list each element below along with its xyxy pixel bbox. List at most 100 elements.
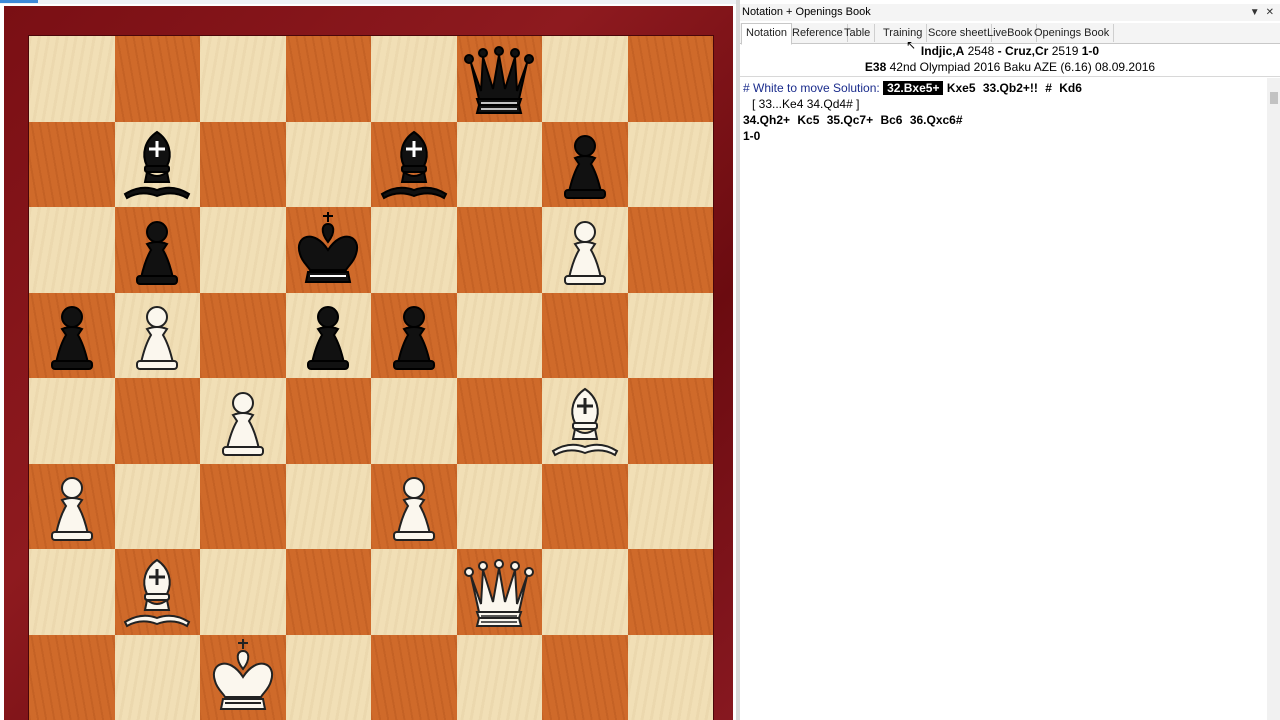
white-pawn-icon[interactable]	[32, 466, 112, 546]
square-h2[interactable]	[627, 549, 713, 635]
square-f6[interactable]	[456, 207, 542, 293]
square-b7[interactable]	[114, 121, 200, 207]
square-h5[interactable]	[627, 292, 713, 378]
square-c4[interactable]	[200, 378, 286, 464]
square-d8[interactable]	[285, 36, 371, 122]
square-c3[interactable]	[200, 463, 286, 549]
black-pawn-icon[interactable]	[545, 124, 625, 204]
square-g3[interactable]	[542, 463, 628, 549]
move[interactable]: 35.Qc7+	[827, 113, 873, 127]
square-d4[interactable]	[285, 378, 371, 464]
square-a8[interactable]	[29, 36, 115, 122]
square-d1[interactable]	[285, 634, 371, 720]
square-b2[interactable]	[114, 549, 200, 635]
square-f7[interactable]	[456, 121, 542, 207]
chess-board[interactable]	[29, 36, 713, 720]
square-g1[interactable]	[542, 634, 628, 720]
square-a7[interactable]	[29, 121, 115, 207]
square-b6[interactable]	[114, 207, 200, 293]
square-e6[interactable]	[371, 207, 457, 293]
square-f1[interactable]	[456, 634, 542, 720]
tab-training[interactable]: Training	[879, 24, 928, 42]
black-pawn-icon[interactable]	[117, 210, 197, 290]
square-d6[interactable]	[285, 207, 371, 293]
square-c1[interactable]	[200, 634, 286, 720]
move[interactable]: Bc6	[880, 113, 902, 127]
close-icon[interactable]: ✕	[1266, 4, 1274, 21]
white-king-icon[interactable]	[203, 637, 283, 717]
move[interactable]: 33.Qb2+!!	[983, 81, 1038, 95]
tab-notation[interactable]: Notation	[741, 23, 792, 45]
black-king-icon[interactable]	[288, 210, 368, 290]
square-e2[interactable]	[371, 549, 457, 635]
move[interactable]: 34.Qh2+	[743, 113, 790, 127]
square-b1[interactable]	[114, 634, 200, 720]
square-b5[interactable]	[114, 292, 200, 378]
white-queen-icon[interactable]	[459, 552, 539, 632]
square-e1[interactable]	[371, 634, 457, 720]
square-d2[interactable]	[285, 549, 371, 635]
square-a1[interactable]	[29, 634, 115, 720]
square-h3[interactable]	[627, 463, 713, 549]
square-g6[interactable]	[542, 207, 628, 293]
square-g8[interactable]	[542, 36, 628, 122]
square-a5[interactable]	[29, 292, 115, 378]
variation-line[interactable]: [ 33...Ke4 34.Qd4# ]	[743, 96, 1263, 112]
square-c8[interactable]	[200, 36, 286, 122]
square-a3[interactable]	[29, 463, 115, 549]
tab-openings-book[interactable]: Openings Book	[1030, 24, 1115, 42]
square-b8[interactable]	[114, 36, 200, 122]
black-pawn-icon[interactable]	[374, 295, 454, 375]
square-h8[interactable]	[627, 36, 713, 122]
square-g5[interactable]	[542, 292, 628, 378]
white-pawn-icon[interactable]	[545, 210, 625, 290]
move[interactable]: 36.Qxc6#	[910, 113, 963, 127]
black-pawn-icon[interactable]	[32, 295, 112, 375]
move[interactable]: Kxe5	[947, 81, 976, 95]
chevron-down-icon[interactable]: ▼	[1250, 4, 1260, 21]
square-h7[interactable]	[627, 121, 713, 207]
move[interactable]: Kd6	[1059, 81, 1082, 95]
square-a6[interactable]	[29, 207, 115, 293]
square-g2[interactable]	[542, 549, 628, 635]
square-c5[interactable]	[200, 292, 286, 378]
square-a4[interactable]	[29, 378, 115, 464]
notation-text[interactable]: # White to move Solution: 32.Bxe5+ Kxe5 …	[743, 80, 1263, 144]
square-f5[interactable]	[456, 292, 542, 378]
square-f4[interactable]	[456, 378, 542, 464]
square-f8[interactable]	[456, 36, 542, 122]
tab-table[interactable]: Table	[840, 24, 876, 42]
square-e3[interactable]	[371, 463, 457, 549]
square-b4[interactable]	[114, 378, 200, 464]
square-e7[interactable]	[371, 121, 457, 207]
square-h1[interactable]	[627, 634, 713, 720]
square-d3[interactable]	[285, 463, 371, 549]
square-e4[interactable]	[371, 378, 457, 464]
square-e8[interactable]	[371, 36, 457, 122]
square-b3[interactable]	[114, 463, 200, 549]
square-h6[interactable]	[627, 207, 713, 293]
square-d5[interactable]	[285, 292, 371, 378]
white-pawn-icon[interactable]	[203, 381, 283, 461]
selected-move[interactable]: 32.Bxe5+	[883, 81, 944, 95]
white-pawn-icon[interactable]	[117, 295, 197, 375]
square-g7[interactable]	[542, 121, 628, 207]
move[interactable]: Kc5	[797, 113, 819, 127]
square-f3[interactable]	[456, 463, 542, 549]
white-bishop-icon[interactable]	[117, 552, 197, 632]
square-d7[interactable]	[285, 121, 371, 207]
tab-reference[interactable]: Reference	[788, 24, 848, 42]
square-g4[interactable]	[542, 378, 628, 464]
tab-score-sheet[interactable]: Score sheet	[924, 24, 992, 42]
square-c6[interactable]	[200, 207, 286, 293]
square-c2[interactable]	[200, 549, 286, 635]
vertical-scrollbar[interactable]	[1267, 78, 1280, 720]
black-pawn-icon[interactable]	[288, 295, 368, 375]
black-bishop-icon[interactable]	[374, 124, 454, 204]
square-f2[interactable]	[456, 549, 542, 635]
black-queen-icon[interactable]	[459, 39, 539, 119]
white-pawn-icon[interactable]	[374, 466, 454, 546]
scrollbar-thumb[interactable]	[1270, 92, 1278, 104]
square-a2[interactable]	[29, 549, 115, 635]
square-e5[interactable]	[371, 292, 457, 378]
